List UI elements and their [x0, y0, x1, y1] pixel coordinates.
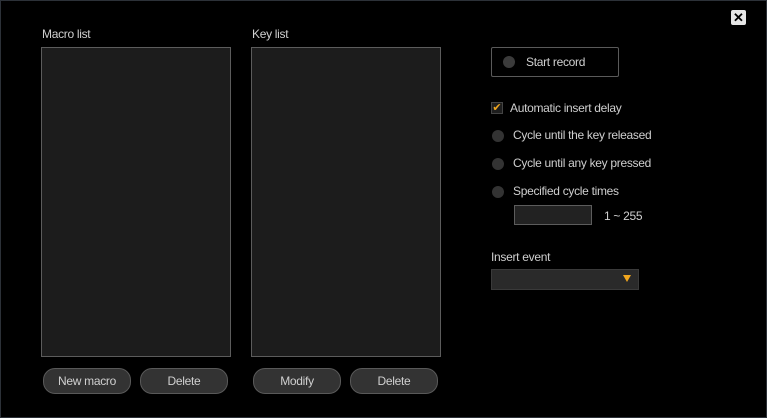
close-button[interactable]: ✕	[731, 10, 746, 25]
auto-insert-delay-label: Automatic insert delay	[510, 101, 622, 115]
specified-cycle-times-label: Specified cycle times	[513, 184, 619, 198]
specified-cycle-times-radio[interactable]	[492, 186, 504, 198]
delete-key-button[interactable]: Delete	[350, 368, 438, 394]
record-dot-icon	[503, 56, 515, 68]
macro-list-label: Macro list	[42, 27, 91, 41]
new-macro-button[interactable]: New macro	[43, 368, 131, 394]
cycle-until-released-radio[interactable]	[492, 130, 504, 142]
cycle-until-any-key-label: Cycle until any key pressed	[513, 156, 651, 170]
cycle-until-released-label: Cycle until the key released	[513, 128, 652, 142]
chevron-down-icon	[623, 275, 631, 282]
close-icon: ✕	[733, 10, 744, 25]
modify-key-button[interactable]: Modify	[253, 368, 341, 394]
start-record-label: Start record	[526, 55, 586, 69]
insert-event-select[interactable]	[491, 269, 639, 290]
cycle-range-label: 1 ~ 255	[604, 209, 643, 223]
key-listbox[interactable]	[251, 47, 441, 357]
check-icon: ✔	[492, 102, 502, 114]
cycle-times-input[interactable]	[514, 205, 592, 225]
macro-listbox[interactable]	[41, 47, 231, 357]
auto-insert-delay-checkbox[interactable]: ✔	[491, 102, 503, 114]
insert-event-label: Insert event	[491, 250, 551, 264]
delete-macro-button[interactable]: Delete	[140, 368, 228, 394]
macro-settings-window: ✕ Macro list Key list New macro Delete M…	[0, 0, 767, 418]
key-list-label: Key list	[252, 27, 289, 41]
cycle-until-any-key-radio[interactable]	[492, 158, 504, 170]
start-record-button[interactable]: Start record	[491, 47, 619, 77]
